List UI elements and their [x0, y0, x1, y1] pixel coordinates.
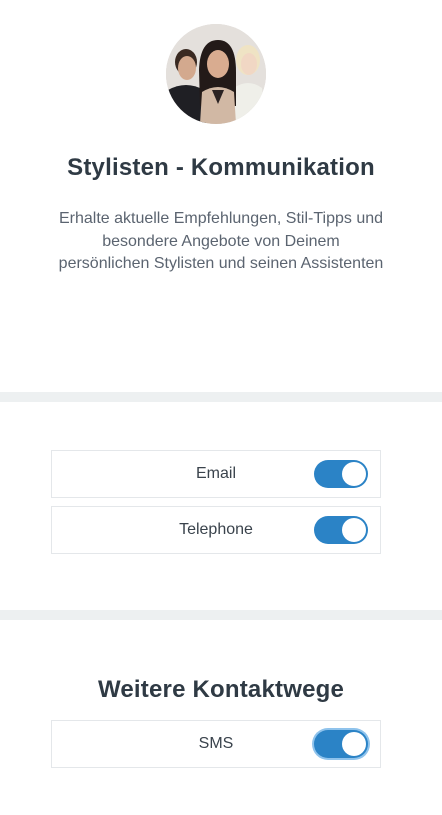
toggle-knob	[342, 462, 366, 486]
page-title: Stylisten - Kommunikation	[67, 154, 375, 181]
toggle-knob	[342, 732, 366, 756]
section-divider	[0, 392, 442, 402]
communication-channels: Email Telephone	[0, 402, 442, 610]
channel-row-sms: SMS	[51, 720, 381, 768]
sms-toggle[interactable]	[314, 730, 368, 758]
section-divider	[0, 610, 442, 620]
stylist-header: Stylisten - Kommunikation Erhalte aktuel…	[0, 0, 442, 392]
channel-row-email: Email	[51, 450, 381, 498]
more-contact-channels: Weitere Kontaktwege SMS	[0, 620, 442, 815]
telephone-toggle[interactable]	[314, 516, 368, 544]
channel-row-telephone: Telephone	[51, 506, 381, 554]
more-contact-title: Weitere Kontaktwege	[97, 676, 345, 703]
email-toggle[interactable]	[314, 460, 368, 488]
stylist-team-avatar	[166, 24, 266, 124]
page-description: Erhalte aktuelle Empfehlungen, Stil-Tipp…	[58, 210, 384, 272]
toggle-knob	[342, 518, 366, 542]
stylist-team-photo	[166, 24, 266, 124]
